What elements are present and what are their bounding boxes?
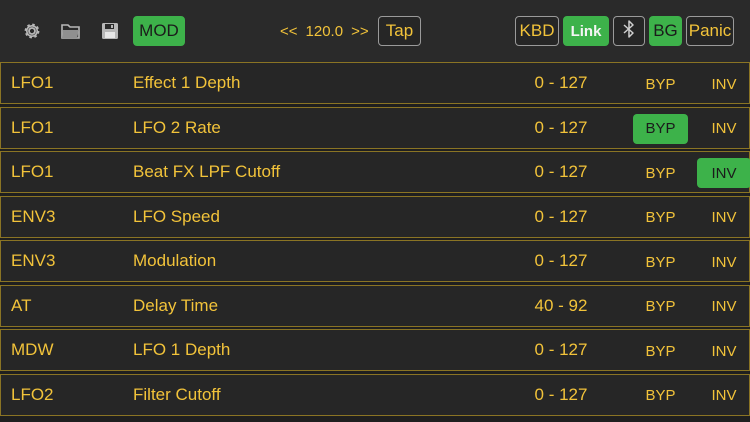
mod-destination: LFO 2 Rate (133, 117, 221, 137)
gear-icon[interactable] (21, 20, 43, 42)
panic-button[interactable]: Panic (686, 16, 734, 46)
invert-toggle[interactable]: INV (697, 69, 750, 99)
list-item[interactable]: MDW LFO 1 Depth 0 - 127 BYP INV (0, 329, 750, 371)
invert-toggle[interactable]: INV (697, 247, 750, 277)
mod-destination: Delay Time (133, 295, 219, 315)
mod-source: LFO1 (11, 73, 54, 92)
bypass-toggle[interactable]: BYP (633, 336, 688, 366)
bluetooth-button[interactable] (613, 16, 645, 46)
mod-range[interactable]: 0 - 127 (501, 241, 621, 281)
list-item[interactable]: ENV3 LFO Speed 0 - 127 BYP INV (0, 195, 750, 238)
bypass-toggle[interactable]: BYP (633, 113, 688, 144)
list-item[interactable]: ENV3 Modulation 0 - 127 BYP INV (0, 240, 750, 282)
mod-source: ENV3 (11, 206, 56, 226)
bypass-toggle[interactable]: BYP (633, 69, 688, 99)
bluetooth-icon (623, 19, 635, 43)
list-item[interactable]: LFO1 Effect 1 Depth 0 - 127 BYP INV (0, 62, 750, 104)
mod-source: LFO2 (11, 384, 54, 404)
mod-source: LFO1 (11, 162, 54, 181)
folder-icon[interactable] (60, 20, 82, 42)
tempo-down-button[interactable]: << (280, 23, 298, 40)
save-icon[interactable] (99, 20, 121, 42)
mod-destination: LFO 1 Depth (133, 340, 231, 359)
link-button[interactable]: Link (563, 16, 609, 46)
kbd-button[interactable]: KBD (515, 16, 559, 46)
mod-range[interactable]: 0 - 127 (501, 197, 621, 237)
mod-range[interactable]: 0 - 127 (501, 375, 621, 415)
invert-toggle[interactable]: INV (697, 336, 750, 366)
list-item[interactable]: AT Delay Time 40 - 92 BYP INV (0, 284, 750, 327)
bypass-toggle[interactable]: BYP (633, 292, 688, 322)
list-item[interactable]: LFO2 Filter Cutoff 0 - 127 BYP INV (0, 373, 750, 416)
bypass-toggle[interactable]: BYP (633, 203, 688, 233)
mod-destination: Filter Cutoff (133, 384, 221, 404)
mod-destination: LFO Speed (133, 206, 220, 226)
bypass-toggle[interactable]: BYP (633, 158, 688, 188)
bypass-toggle[interactable]: BYP (633, 247, 688, 277)
list-item[interactable]: LFO1 Beat FX LPF Cutoff 0 - 127 BYP INV (0, 151, 750, 193)
mod-range[interactable]: 40 - 92 (501, 286, 621, 326)
mod-range[interactable]: 0 - 127 (501, 108, 621, 148)
invert-toggle[interactable]: INV (697, 292, 750, 322)
modulation-list: LFO1 Effect 1 Depth 0 - 127 BYP INV LFO1… (0, 62, 750, 418)
invert-toggle[interactable]: INV (697, 114, 750, 144)
mod-destination: Effect 1 Depth (133, 73, 241, 92)
mod-source: ENV3 (11, 251, 56, 270)
mod-source: MDW (11, 340, 54, 359)
mod-range[interactable]: 0 - 127 (501, 63, 621, 103)
mod-range[interactable]: 0 - 127 (501, 330, 621, 370)
tempo-value: 120.0 (305, 22, 344, 40)
mod-source: AT (11, 295, 32, 315)
mod-source: LFO1 (11, 117, 54, 137)
mod-destination: Modulation (133, 251, 217, 270)
tap-button[interactable]: Tap (378, 16, 421, 46)
invert-toggle[interactable]: INV (697, 203, 750, 233)
bg-button[interactable]: BG (649, 16, 682, 46)
tempo-control: << 120.0 >> (280, 16, 369, 46)
invert-toggle[interactable]: INV (697, 381, 750, 411)
list-item[interactable]: LFO1 LFO 2 Rate 0 - 127 BYP INV (0, 106, 750, 149)
mod-range[interactable]: 0 - 127 (501, 152, 621, 192)
mod-destination: Beat FX LPF Cutoff (133, 162, 281, 181)
bypass-toggle[interactable]: BYP (633, 381, 688, 411)
toolbar: MOD << 120.0 >> Tap KBD Link BG Panic (0, 0, 750, 62)
tempo-up-button[interactable]: >> (351, 23, 369, 40)
invert-toggle[interactable]: INV (697, 158, 750, 188)
mod-button[interactable]: MOD (133, 16, 185, 46)
